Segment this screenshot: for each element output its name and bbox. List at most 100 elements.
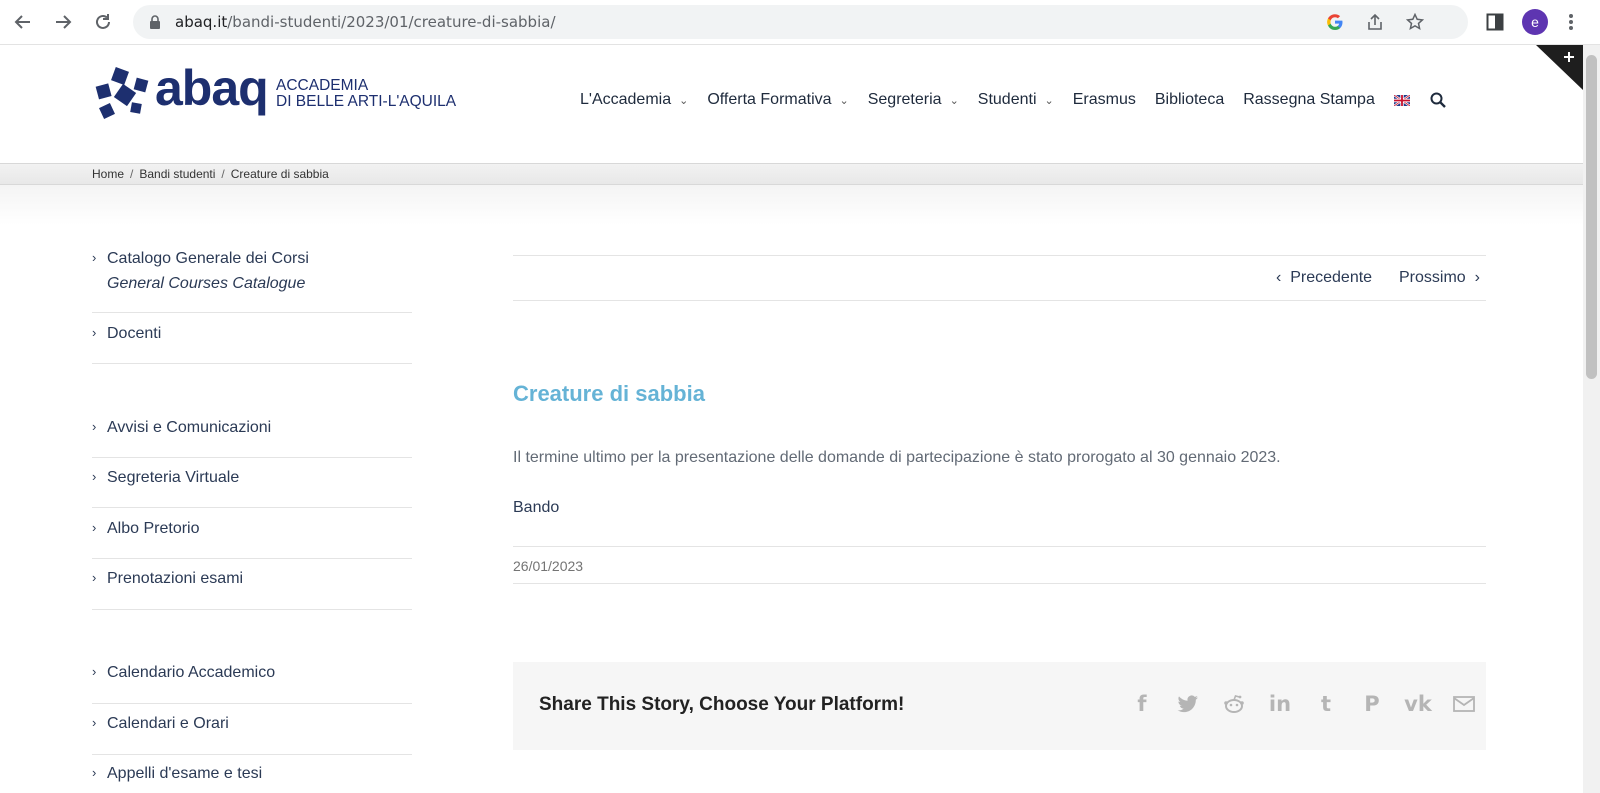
nav-label: Segreteria bbox=[867, 91, 942, 108]
chevron-down-icon: ⌄ bbox=[679, 94, 689, 107]
url-text[interactable]: abaq.it/bandi-studenti/2023/01/creature-… bbox=[175, 13, 556, 31]
breadcrumb-home[interactable]: Home bbox=[92, 167, 124, 181]
nav-label: Studenti bbox=[977, 91, 1037, 108]
sidebar-item-catalogo[interactable]: › Catalogo Generale dei Corsi General Co… bbox=[92, 250, 412, 313]
sidebar-item-segreteria-virtuale[interactable]: › Segreteria Virtuale bbox=[92, 469, 412, 508]
logo-line-1: ACCADEMIA bbox=[276, 77, 369, 94]
reddit-icon[interactable] bbox=[1211, 691, 1257, 717]
tumblr-icon[interactable]: t bbox=[1303, 691, 1349, 717]
chevron-down-icon: ⌄ bbox=[949, 94, 959, 107]
chevron-down-icon: ⌄ bbox=[1044, 94, 1054, 107]
sidebar-item-avvisi[interactable]: › Avvisi e Comunicazioni bbox=[92, 419, 412, 458]
chevron-right-icon: › bbox=[92, 715, 97, 730]
url-domain: abaq.it bbox=[175, 13, 228, 31]
nav-label: Rassegna Stampa bbox=[1243, 91, 1375, 108]
breadcrumb-section[interactable]: Bandi studenti bbox=[139, 167, 215, 181]
page-scrollbar[interactable] bbox=[1583, 45, 1600, 793]
kebab-menu-icon[interactable] bbox=[1563, 10, 1579, 34]
chevron-right-icon: › bbox=[92, 765, 97, 780]
sidebar-item-label: Avvisi e Comunicazioni bbox=[107, 419, 272, 436]
sidebar-item-label: Catalogo Generale dei Corsi bbox=[107, 250, 309, 267]
breadcrumb-separator: / bbox=[221, 167, 225, 181]
sidebar-item-label: Segreteria Virtuale bbox=[107, 469, 240, 486]
linkedin-icon[interactable]: in bbox=[1257, 691, 1303, 717]
nav-item-erasmus[interactable]: Erasmus bbox=[1073, 91, 1136, 109]
nav-label: L'Accademia bbox=[580, 91, 672, 108]
sidebar-item-prenotazioni-esami[interactable]: › Prenotazioni esami bbox=[92, 570, 412, 610]
url-path: /bandi-studenti/2023/01/creature-di-sabb… bbox=[227, 13, 556, 31]
logo-wordmark: abaq bbox=[155, 60, 269, 116]
side-panel-icon[interactable] bbox=[1483, 10, 1507, 34]
post-body: Il termine ultimo per la presentazione d… bbox=[513, 449, 1281, 466]
nav-item-accademia[interactable]: L'Accademia ⌄ bbox=[580, 91, 688, 109]
avatar[interactable]: e bbox=[1522, 9, 1548, 35]
post-title: Creature di sabbia bbox=[513, 381, 705, 406]
search-icon[interactable] bbox=[1430, 92, 1446, 108]
share-heading: Share This Story, Choose Your Platform! bbox=[539, 694, 905, 715]
star-icon[interactable] bbox=[1405, 12, 1425, 32]
logo-tagline: ACCADEMIA DI BELLE ARTI-L'AQUILA bbox=[276, 78, 456, 110]
chevron-right-icon: › bbox=[92, 250, 97, 265]
sidebar-item-sublabel: General Courses Catalogue bbox=[107, 275, 306, 292]
sidebar-item-label: Prenotazioni esami bbox=[107, 570, 244, 587]
share-box: Share This Story, Choose Your Platform! … bbox=[513, 662, 1486, 750]
twitter-icon[interactable] bbox=[1165, 691, 1211, 717]
nav-item-segreteria[interactable]: Segreteria ⌄ bbox=[868, 91, 959, 109]
previous-label: Precedente bbox=[1290, 269, 1373, 286]
sidebar-item-label: Calendario Accademico bbox=[107, 664, 276, 681]
nav-item-biblioteca[interactable]: Biblioteca bbox=[1155, 91, 1224, 109]
post-date: 26/01/2023 bbox=[513, 558, 584, 574]
sidebar-item-docenti[interactable]: › Docenti bbox=[92, 325, 412, 364]
site-logo[interactable]: abaq ACCADEMIA DI BELLE ARTI-L'AQUILA bbox=[95, 60, 456, 123]
pinterest-icon[interactable]: P bbox=[1349, 691, 1395, 717]
previous-post-link[interactable]: ‹ Precedente bbox=[1276, 269, 1372, 287]
site-header: abaq ACCADEMIA DI BELLE ARTI-L'AQUILA L'… bbox=[0, 45, 1583, 165]
chevron-down-icon: ⌄ bbox=[839, 94, 849, 107]
chevron-right-icon: › bbox=[92, 664, 97, 679]
share-icon[interactable] bbox=[1365, 12, 1385, 32]
chevron-right-icon: › bbox=[92, 520, 97, 535]
browser-toolbar: abaq.it/bandi-studenti/2023/01/creature-… bbox=[0, 0, 1600, 45]
vk-icon[interactable]: vk bbox=[1395, 691, 1441, 717]
forward-icon[interactable] bbox=[49, 8, 77, 36]
email-icon[interactable] bbox=[1441, 691, 1487, 717]
post-meta: 26/01/2023 bbox=[513, 546, 1486, 584]
sidebar-item-albo-pretorio[interactable]: › Albo Pretorio bbox=[92, 520, 412, 559]
nav-label: Biblioteca bbox=[1154, 91, 1225, 108]
sidebar-item-appelli[interactable]: › Appelli d'esame e tesi bbox=[92, 765, 412, 793]
share-icons: f in t P vk bbox=[1119, 691, 1487, 717]
sidebar-item-label: Calendari e Orari bbox=[107, 715, 229, 732]
chevron-right-icon: › bbox=[1465, 269, 1480, 286]
main-nav: L'Accademia ⌄ Offerta Formativa ⌄ Segreter… bbox=[580, 89, 1446, 111]
sidebar-item-label: Docenti bbox=[107, 325, 162, 342]
back-icon[interactable] bbox=[9, 8, 37, 36]
nav-item-offerta-formativa[interactable]: Offerta Formativa ⌄ bbox=[707, 91, 848, 109]
scrollbar-thumb[interactable] bbox=[1586, 55, 1597, 379]
nav-label: Offerta Formativa bbox=[707, 91, 832, 108]
logo-mark-icon bbox=[95, 67, 149, 119]
nav-item-studenti[interactable]: Studenti ⌄ bbox=[978, 91, 1054, 109]
reload-icon[interactable] bbox=[89, 8, 117, 36]
address-bar[interactable]: abaq.it/bandi-studenti/2023/01/creature-… bbox=[133, 5, 1468, 39]
lock-icon[interactable] bbox=[149, 15, 161, 34]
next-label: Prossimo bbox=[1399, 269, 1466, 286]
sidebar-item-calendari-orari[interactable]: › Calendari e Orari bbox=[92, 715, 412, 755]
breadcrumb-current: Creature di sabbia bbox=[230, 167, 329, 181]
chevron-left-icon: ‹ bbox=[1276, 269, 1291, 286]
sidebar-item-calendario-accademico[interactable]: › Calendario Accademico bbox=[92, 664, 412, 704]
sliding-bar-toggle[interactable] bbox=[1536, 45, 1583, 90]
chevron-right-icon: › bbox=[92, 419, 97, 434]
facebook-icon[interactable]: f bbox=[1119, 691, 1165, 717]
bando-link[interactable]: Bando bbox=[513, 499, 559, 517]
logo-line-2: DI BELLE ARTI-L'AQUILA bbox=[276, 93, 457, 110]
nav-item-rassegna-stampa[interactable]: Rassegna Stampa bbox=[1243, 91, 1375, 109]
header-shadow bbox=[0, 185, 1583, 225]
breadcrumb-separator: / bbox=[130, 167, 134, 181]
sidebar-item-label: Appelli d'esame e tesi bbox=[107, 765, 263, 782]
nav-label: Erasmus bbox=[1072, 91, 1136, 108]
uk-flag-icon[interactable] bbox=[1393, 94, 1410, 106]
post-navigation: ‹ Precedente Prossimo › bbox=[513, 255, 1486, 301]
google-icon[interactable] bbox=[1325, 12, 1345, 32]
next-post-link[interactable]: Prossimo › bbox=[1399, 269, 1480, 287]
breadcrumb: Home / Bandi studenti / Creature di sabbia bbox=[0, 163, 1583, 185]
